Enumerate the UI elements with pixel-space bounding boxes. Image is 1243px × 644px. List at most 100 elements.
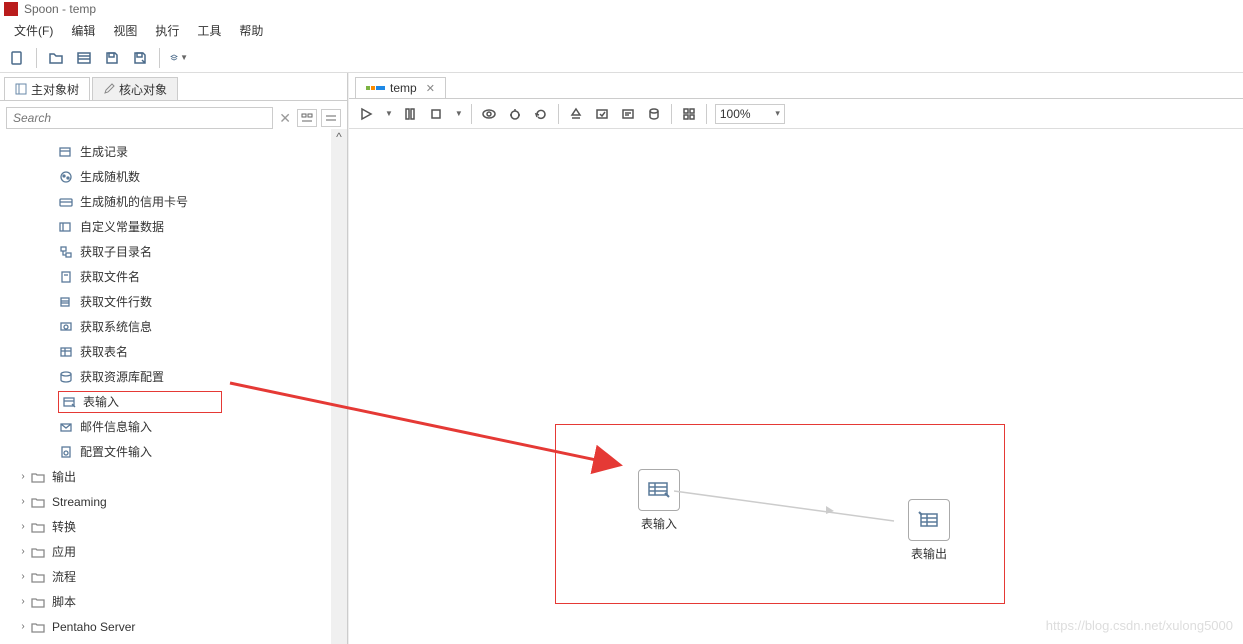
search-input[interactable] xyxy=(6,107,273,129)
step-icon xyxy=(58,369,74,385)
stop-icon[interactable] xyxy=(427,105,445,123)
tree-item-file-names[interactable]: 获取文件名 xyxy=(0,264,347,289)
tree-item-label: 获取系统信息 xyxy=(80,318,152,335)
menu-view[interactable]: 视图 xyxy=(105,20,145,41)
tree-item-mail-input[interactable]: 邮件信息输入 xyxy=(0,414,347,439)
tree-folder-pentaho-server[interactable]: ›Pentaho Server xyxy=(0,614,347,639)
zoom-value: 100% xyxy=(720,107,751,121)
tree-item-random-value[interactable]: 生成随机数 xyxy=(0,164,347,189)
editor-tab-label: temp xyxy=(390,81,417,95)
editor-tabs: temp ✕ xyxy=(349,73,1243,99)
search-row: ✕ xyxy=(0,101,347,135)
tab-core-objects[interactable]: 核心对象 xyxy=(92,77,178,100)
hop-connection[interactable] xyxy=(674,487,904,527)
menu-bar: 文件(F) 编辑 视图 执行 工具 帮助 xyxy=(0,18,1243,43)
menu-file[interactable]: 文件(F) xyxy=(6,20,61,41)
tree-item-subfolders[interactable]: 获取子目录名 xyxy=(0,239,347,264)
folder-icon xyxy=(30,519,46,535)
collapse-all-icon[interactable] xyxy=(321,109,341,127)
tree-folder-streaming[interactable]: ›Streaming xyxy=(0,489,347,514)
step-icon xyxy=(58,169,74,185)
tree-item-label: 配置文件输入 xyxy=(80,443,152,460)
tree-folder-output[interactable]: ›输出 xyxy=(0,464,347,489)
tree-item-file-rows[interactable]: 获取文件行数 xyxy=(0,289,347,314)
folder-icon xyxy=(30,494,46,510)
tab-main-tree[interactable]: 主对象树 xyxy=(4,77,90,100)
tree-item-config-file-input[interactable]: 配置文件输入 xyxy=(0,439,347,464)
impact-icon[interactable] xyxy=(593,105,611,123)
tree-folder-query[interactable]: ›查询 xyxy=(0,639,347,644)
debug-icon[interactable] xyxy=(506,105,524,123)
pause-icon[interactable] xyxy=(401,105,419,123)
tree-item-constant-data[interactable]: 自定义常量数据 xyxy=(0,214,347,239)
tree-item-label: 获取文件名 xyxy=(80,268,140,285)
save-icon[interactable] xyxy=(103,49,121,67)
tree-item-label: 生成记录 xyxy=(80,143,128,160)
menu-tool[interactable]: 工具 xyxy=(189,20,229,41)
menu-edit[interactable]: 编辑 xyxy=(63,20,103,41)
right-panel: temp ✕ ▼ ▼ 100%▾ xyxy=(348,73,1243,644)
tree-item-system-info[interactable]: 获取系统信息 xyxy=(0,314,347,339)
explore-db-icon[interactable] xyxy=(645,105,663,123)
perspective-icon[interactable]: ▼ xyxy=(170,49,188,67)
tree-item-generate-rows[interactable]: 生成记录 xyxy=(0,139,347,164)
main-toolbar: ▼ xyxy=(0,43,1243,73)
app-icon xyxy=(4,2,18,16)
divider xyxy=(36,48,37,68)
menu-help[interactable]: 帮助 xyxy=(231,20,271,41)
zoom-select[interactable]: 100%▾ xyxy=(715,104,785,124)
open-file-icon[interactable] xyxy=(47,49,65,67)
scroll-up-icon[interactable]: ^ xyxy=(331,129,347,145)
run-dropdown-icon[interactable]: ▼ xyxy=(385,109,393,118)
folder-icon xyxy=(30,469,46,485)
divider xyxy=(558,104,559,124)
verify-icon[interactable] xyxy=(567,105,585,123)
tree-folder-flow[interactable]: ›流程 xyxy=(0,564,347,589)
main-area: 主对象树 核心对象 ✕ 生成记录 生成随机数 生成随机的信用卡号 自定义常量数据… xyxy=(0,73,1243,644)
folder-icon xyxy=(30,594,46,610)
tree-folder-label: 应用 xyxy=(52,543,76,560)
explorer-icon[interactable] xyxy=(75,49,93,67)
preview-icon[interactable] xyxy=(480,105,498,123)
tree-item-label: 获取文件行数 xyxy=(80,293,152,310)
left-panel: 主对象树 核心对象 ✕ 生成记录 生成随机数 生成随机的信用卡号 自定义常量数据… xyxy=(0,73,348,644)
step-icon xyxy=(58,219,74,235)
editor-tab-temp[interactable]: temp ✕ xyxy=(355,77,446,98)
tree-item-table-input[interactable]: 表输入 xyxy=(0,389,347,414)
tree-item-table-names[interactable]: 获取表名 xyxy=(0,339,347,364)
divider xyxy=(471,104,472,124)
tree-folder-label: 流程 xyxy=(52,568,76,585)
close-tab-icon[interactable]: ✕ xyxy=(426,82,435,95)
tree-folder-transform[interactable]: ›转换 xyxy=(0,514,347,539)
scrollbar[interactable]: ^ xyxy=(331,129,347,644)
folder-icon xyxy=(30,619,46,635)
sql-icon[interactable] xyxy=(619,105,637,123)
replay-icon[interactable] xyxy=(532,105,550,123)
tree-icon xyxy=(15,83,27,95)
run-icon[interactable] xyxy=(357,105,375,123)
window-title: Spoon - temp xyxy=(24,2,96,16)
table-output-icon xyxy=(908,499,950,541)
tree-folder-app[interactable]: ›应用 xyxy=(0,539,347,564)
tree-item-random-cc[interactable]: 生成随机的信用卡号 xyxy=(0,189,347,214)
tree-folder-script[interactable]: ›脚本 xyxy=(0,589,347,614)
tree-view[interactable]: 生成记录 生成随机数 生成随机的信用卡号 自定义常量数据 获取子目录名 获取文件… xyxy=(0,135,347,644)
save-as-icon[interactable] xyxy=(131,49,149,67)
step-icon xyxy=(58,194,74,210)
step-icon xyxy=(61,394,77,410)
stop-dropdown-icon[interactable]: ▼ xyxy=(455,109,463,118)
show-results-icon[interactable] xyxy=(680,105,698,123)
step-icon xyxy=(58,444,74,460)
tree-item-label: 自定义常量数据 xyxy=(80,218,164,235)
canvas[interactable]: 表输入 表输出 xyxy=(349,129,1243,644)
expand-all-icon[interactable] xyxy=(297,109,317,127)
clear-search-icon[interactable]: ✕ xyxy=(279,110,291,127)
title-bar: Spoon - temp xyxy=(0,0,1243,18)
step-table-output[interactable]: 表输出 xyxy=(899,499,959,562)
menu-run[interactable]: 执行 xyxy=(147,20,187,41)
tree-folder-label: 输出 xyxy=(52,468,76,485)
new-file-icon[interactable] xyxy=(8,49,26,67)
step-icon xyxy=(58,344,74,360)
tree-folder-label: 转换 xyxy=(52,518,76,535)
tree-item-repo-config[interactable]: 获取资源库配置 xyxy=(0,364,347,389)
